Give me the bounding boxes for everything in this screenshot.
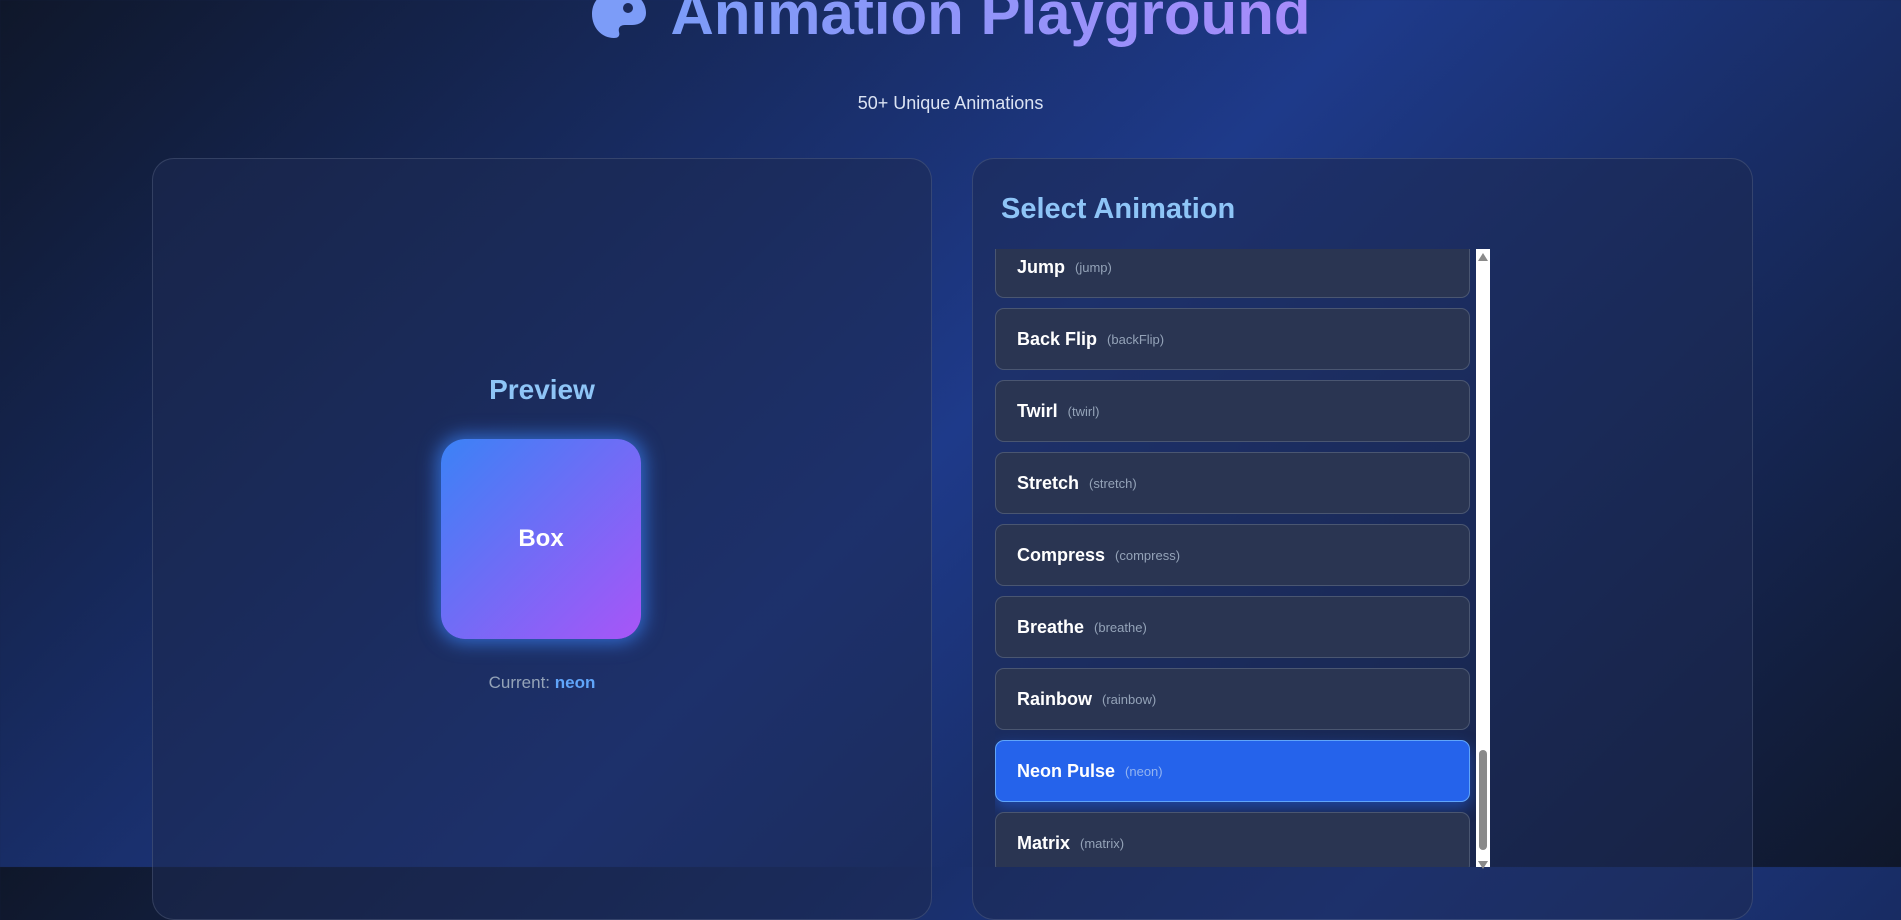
animation-list[interactable]: Jump (jump) Back Flip (backFlip) Twirl (twirl… xyxy=(995,249,1489,867)
animation-item-breathe[interactable]: Breathe (breathe) xyxy=(995,596,1470,658)
animation-item-matrix[interactable]: Matrix (matrix) xyxy=(995,812,1470,867)
selector-title: Select Animation xyxy=(1001,193,1236,225)
page-title: Animation Playground xyxy=(0,0,1901,50)
animation-name: Rainbow xyxy=(1017,688,1092,709)
animation-item-compress[interactable]: Compress (compress) xyxy=(995,524,1470,586)
preview-box: Box xyxy=(441,439,641,639)
animation-code: (twirl) xyxy=(1067,403,1100,419)
animation-item-neon[interactable]: Neon Pulse (neon) xyxy=(995,740,1470,802)
subtitle: 50+ Unique Animations xyxy=(857,93,1044,113)
animation-name: Jump xyxy=(1017,256,1066,277)
animation-name: Compress xyxy=(1017,544,1106,565)
preview-panel: Preview Box Current: neon xyxy=(152,158,932,920)
animation-code: (matrix) xyxy=(1080,835,1125,851)
animation-name: Stretch xyxy=(1017,472,1080,493)
animation-item-twirl[interactable]: Twirl (twirl) xyxy=(995,380,1470,442)
animation-name: Back Flip xyxy=(1017,328,1098,349)
palette-icon xyxy=(592,0,647,39)
current-value: neon xyxy=(554,673,596,692)
animation-name: Twirl xyxy=(1017,400,1058,421)
animation-name: Matrix xyxy=(1017,832,1071,853)
scroll-down-arrow-icon[interactable] xyxy=(1478,861,1488,869)
animation-code: (jump) xyxy=(1075,259,1112,275)
animation-item-rainbow[interactable]: Rainbow (rainbow) xyxy=(995,668,1470,730)
animation-code: (rainbow) xyxy=(1102,691,1157,707)
animation-code: (neon) xyxy=(1125,763,1163,779)
animation-code: (backFlip) xyxy=(1107,331,1165,347)
preview-title: Preview xyxy=(489,374,595,405)
animation-item-stretch[interactable]: Stretch (stretch) xyxy=(995,452,1470,514)
animation-item-backFlip[interactable]: Back Flip (backFlip) xyxy=(995,308,1470,370)
animation-name: Neon Pulse xyxy=(1017,760,1116,781)
scroll-up-arrow-icon[interactable] xyxy=(1478,253,1488,261)
title-text: Animation Playground xyxy=(670,0,1310,47)
animation-code: (stretch) xyxy=(1089,475,1137,491)
current-label: Current: xyxy=(488,673,551,692)
animation-code: (compress) xyxy=(1115,547,1181,563)
list-scrollbar[interactable] xyxy=(1476,249,1490,869)
animation-item-jump[interactable]: Jump (jump) xyxy=(995,249,1470,298)
box-label: Box xyxy=(518,525,564,552)
scrollbar-thumb[interactable] xyxy=(1479,750,1487,850)
current-animation: Current: neon xyxy=(153,673,931,693)
animation-name: Breathe xyxy=(1017,616,1085,637)
animation-code: (breathe) xyxy=(1094,619,1147,635)
